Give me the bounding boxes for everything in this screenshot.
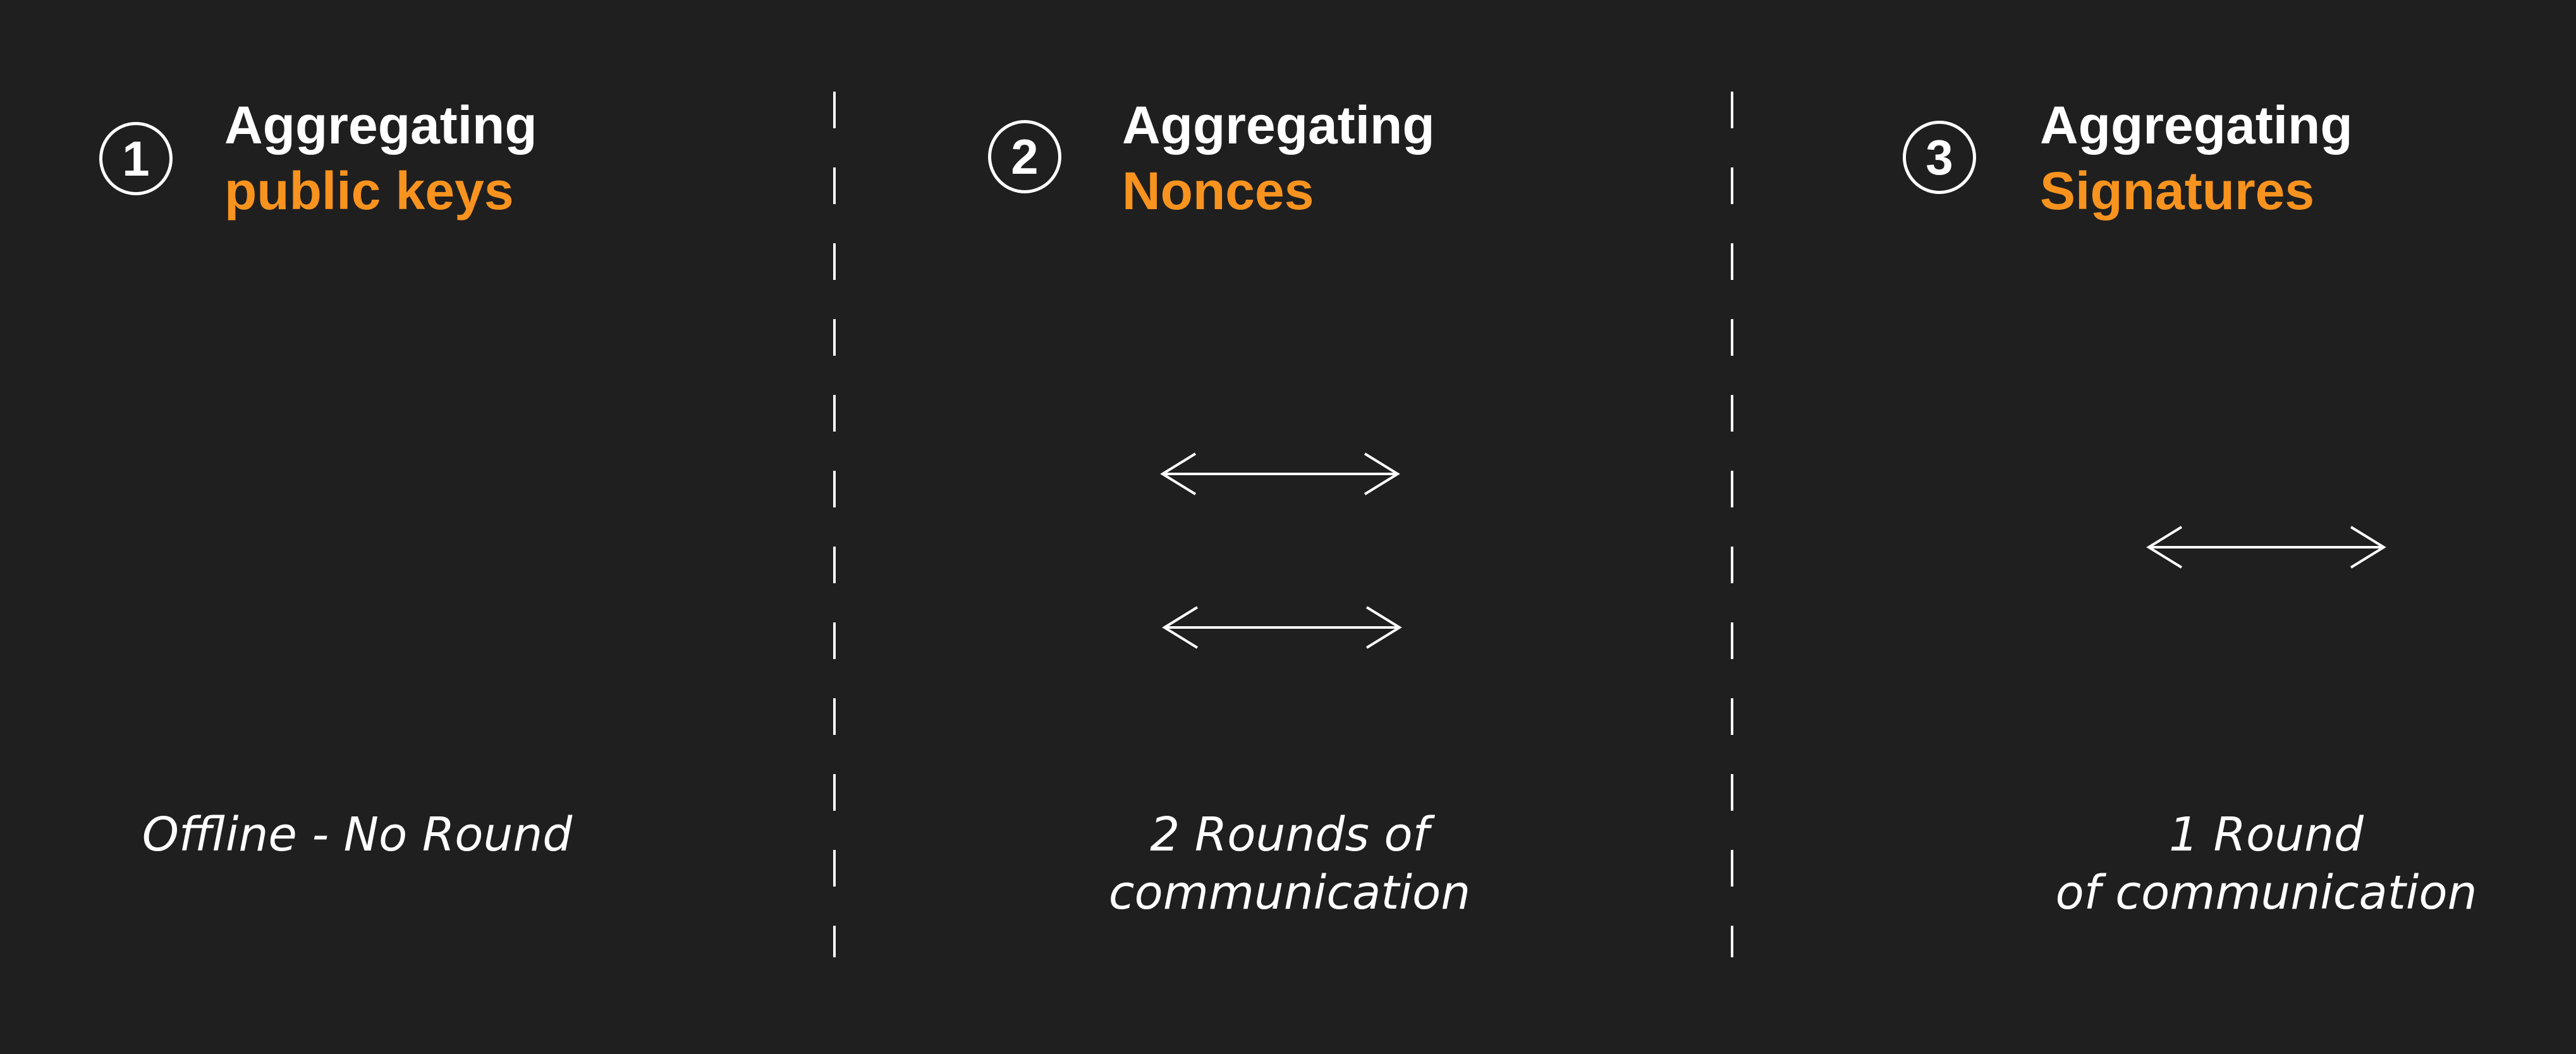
caption-line: 1 Round bbox=[2168, 808, 2364, 862]
step-number-badge: 2 bbox=[988, 120, 1061, 193]
step-title: Aggregating bbox=[1122, 95, 1435, 155]
double-arrow-icon bbox=[1160, 452, 1400, 495]
step-number-badge: 1 bbox=[99, 122, 173, 195]
step-subtitle: Nonces bbox=[1122, 161, 1314, 221]
step-subtitle: public keys bbox=[224, 161, 514, 221]
step-panel-2: 2 Aggregating Nonces 2 Rounds of communi… bbox=[834, 0, 1732, 1054]
step-subtitle: Signatures bbox=[2040, 161, 2315, 221]
step-title: Aggregating bbox=[224, 95, 537, 155]
caption-line: Offline - No Round bbox=[142, 808, 573, 862]
caption-line: of communication bbox=[2055, 866, 2477, 920]
step-caption: 2 Rounds of communication bbox=[1037, 806, 1542, 922]
step-panel-1: 1 Aggregating public keys Offline - No R… bbox=[0, 0, 834, 1054]
double-arrow-icon bbox=[2146, 526, 2386, 569]
step-caption: 1 Round of communication bbox=[2007, 806, 2525, 922]
step-title: Aggregating bbox=[2040, 95, 2353, 155]
caption-line: communication bbox=[1108, 866, 1471, 920]
step-caption: Offline - No Round bbox=[114, 806, 601, 864]
step-number-badge: 3 bbox=[1903, 121, 1976, 194]
caption-line: 2 Rounds of bbox=[1150, 808, 1429, 862]
double-arrow-icon bbox=[1162, 606, 1402, 649]
step-panel-3: 3 Aggregating Signatures 1 Round of comm… bbox=[1732, 0, 2576, 1054]
